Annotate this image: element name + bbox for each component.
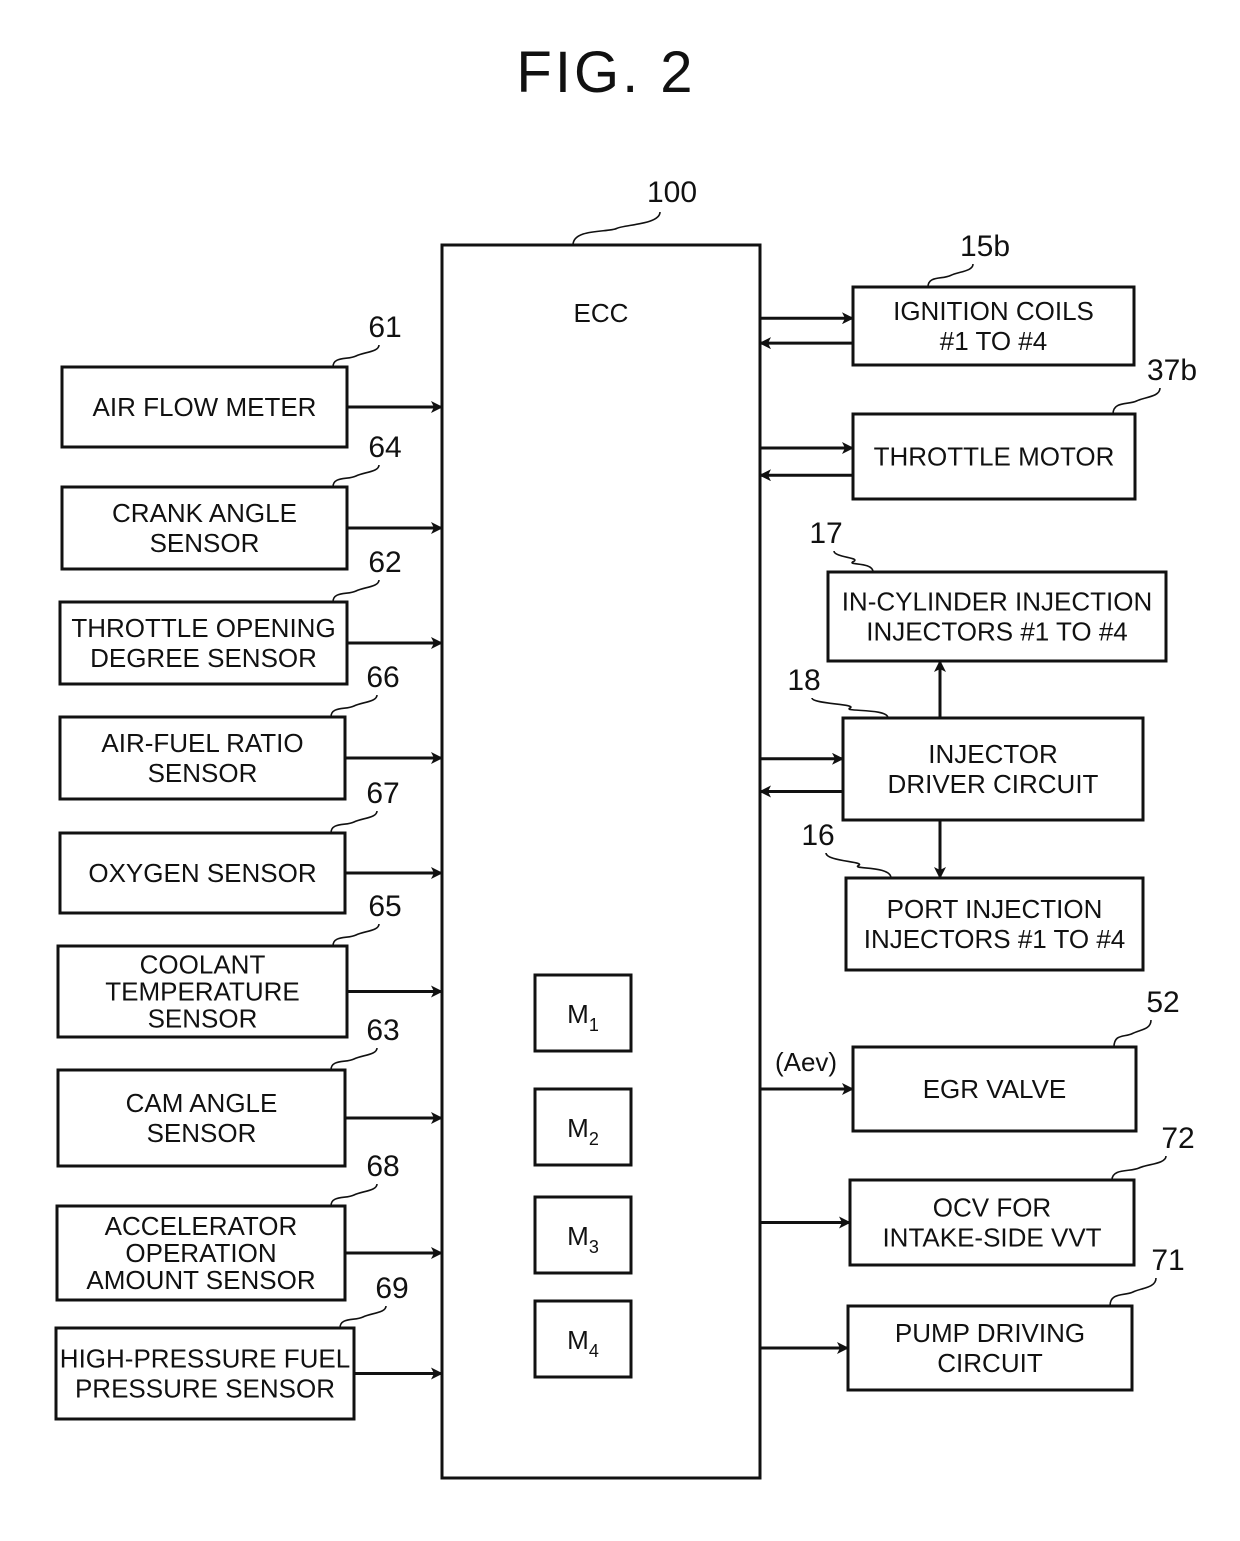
sensor-leader bbox=[332, 923, 380, 947]
actuator-label-line: THROTTLE MOTOR bbox=[874, 442, 1115, 472]
sensor-ref-numeral: 67 bbox=[366, 777, 399, 810]
sensor-label-line: ACCELERATOR bbox=[105, 1211, 298, 1241]
actuator-leader bbox=[1109, 1277, 1157, 1307]
actuator-52: EGR VALVE 52 bbox=[851, 986, 1180, 1133]
actuator-leader bbox=[833, 550, 874, 573]
memory-block-m1: M1 bbox=[533, 973, 633, 1053]
sensor-label-line: AIR-FUEL RATIO bbox=[101, 728, 303, 758]
actuator-leader bbox=[825, 852, 892, 879]
memory-subscript: 4 bbox=[589, 1341, 599, 1361]
ecu-block-diagram: FIG. 2 ECC 100 M1 M2 M3 M4 AIR FLOW METER 61 CRA… bbox=[54, 40, 1197, 1480]
sensor-leader bbox=[332, 579, 380, 603]
actuator-18: INJECTORDRIVER CIRCUIT 18 bbox=[787, 664, 1145, 822]
actuator-ref-numeral: 17 bbox=[809, 517, 842, 550]
actuator-ref-numeral: 72 bbox=[1161, 1122, 1194, 1155]
conn-throttle-motor bbox=[759, 442, 854, 482]
actuator-label-line: #1 TO #4 bbox=[940, 326, 1047, 356]
conn-ignition-coils bbox=[759, 312, 854, 350]
sensor-leader bbox=[332, 344, 380, 368]
sensor-ref-numeral: 69 bbox=[375, 1272, 408, 1305]
sensor-label-line: SENSOR bbox=[148, 758, 258, 788]
sensor-label-line: AMOUNT SENSOR bbox=[86, 1265, 315, 1295]
actuator-label-line: OCV FOR bbox=[933, 1193, 1051, 1223]
sensor-label-line: AIR FLOW METER bbox=[93, 392, 317, 422]
actuator-label-line: CIRCUIT bbox=[937, 1348, 1043, 1378]
actuator-17: IN-CYLINDER INJECTIONINJECTORS #1 TO #4 1… bbox=[809, 517, 1168, 663]
sensor-ref-numeral: 62 bbox=[368, 546, 401, 579]
actuator-15b: IGNITION COILS#1 TO #4 15b bbox=[851, 230, 1136, 367]
sensor-leader bbox=[339, 1305, 387, 1329]
actuator-leader bbox=[1111, 1155, 1167, 1181]
actuator-label-line: EGR VALVE bbox=[923, 1074, 1067, 1104]
sensor-leader bbox=[330, 1047, 378, 1071]
actuator-72: OCV FORINTAKE-SIDE VVT 72 bbox=[848, 1122, 1195, 1267]
memory-subscript: 2 bbox=[589, 1129, 599, 1149]
sensor-leader bbox=[330, 694, 378, 718]
sensor-label-line: OPERATION bbox=[125, 1238, 276, 1268]
actuator-leader bbox=[1113, 1019, 1152, 1048]
actuator-label-line: INTAKE-SIDE VVT bbox=[882, 1223, 1101, 1253]
sensor-ref-numeral: 61 bbox=[368, 311, 401, 344]
actuator-label-line: DRIVER CIRCUIT bbox=[888, 769, 1099, 799]
actuator-leader bbox=[927, 263, 974, 288]
sensor-ref-numeral: 63 bbox=[366, 1014, 399, 1047]
sensor-ref-numeral: 68 bbox=[366, 1150, 399, 1183]
actuator-label-line: PORT INJECTION bbox=[887, 894, 1103, 924]
egr-signal-label: (Aev) bbox=[775, 1047, 837, 1077]
actuator-ref-numeral: 37b bbox=[1147, 354, 1197, 387]
ecu-label: ECC bbox=[574, 298, 629, 328]
actuator-ref-numeral: 71 bbox=[1151, 1244, 1184, 1277]
sensor-ref-numeral: 66 bbox=[366, 661, 399, 694]
sensor-label-line: CRANK ANGLE bbox=[112, 498, 297, 528]
sensor-leader bbox=[332, 464, 380, 488]
actuator-leader bbox=[1112, 387, 1161, 415]
memory-block-m4: M4 bbox=[533, 1299, 633, 1379]
figure-title: FIG. 2 bbox=[516, 40, 695, 105]
sensor-label-line: SENSOR bbox=[147, 1118, 257, 1148]
sensor-label-line: THROTTLE OPENING bbox=[71, 613, 335, 643]
memory-block-m3: M3 bbox=[533, 1195, 633, 1275]
sensor-ref-numeral: 65 bbox=[368, 890, 401, 923]
actuator-ref-numeral: 16 bbox=[801, 819, 834, 852]
actuator-label-line: INJECTORS #1 TO #4 bbox=[866, 617, 1128, 647]
sensor-ref-numeral: 64 bbox=[368, 431, 401, 464]
actuator-16: PORT INJECTIONINJECTORS #1 TO #4 16 bbox=[801, 819, 1145, 972]
actuator-ref-numeral: 18 bbox=[787, 664, 820, 697]
sensor-label-line: DEGREE SENSOR bbox=[90, 643, 317, 673]
ecu-leader bbox=[572, 211, 661, 246]
actuator-ref-numeral: 15b bbox=[960, 230, 1010, 263]
memory-subscript: 3 bbox=[589, 1237, 599, 1257]
sensor-label-line: SENSOR bbox=[150, 528, 260, 558]
memory-subscript: 1 bbox=[589, 1015, 599, 1035]
actuator-label-line: IN-CYLINDER INJECTION bbox=[842, 587, 1153, 617]
sensor-label-line: TEMPERATURE bbox=[105, 977, 300, 1007]
sensor-label-line: COOLANT bbox=[140, 950, 266, 980]
actuator-label-line: IGNITION COILS bbox=[893, 296, 1094, 326]
sensor-label-line: SENSOR bbox=[148, 1004, 258, 1034]
sensor-61: AIR FLOW METER 61 bbox=[60, 311, 443, 449]
ecu-ref-numeral: 100 bbox=[647, 176, 697, 209]
actuator-ref-numeral: 52 bbox=[1146, 986, 1179, 1019]
sensor-leader bbox=[330, 810, 378, 834]
actuator-label-line: PUMP DRIVING bbox=[895, 1318, 1085, 1348]
sensor-label-line: CAM ANGLE bbox=[126, 1088, 278, 1118]
sensor-label-line: OXYGEN SENSOR bbox=[88, 858, 316, 888]
ecu-block: ECC 100 bbox=[440, 176, 762, 1480]
sensor-label-line: PRESSURE SENSOR bbox=[75, 1374, 335, 1404]
ecu-box bbox=[440, 243, 762, 1480]
actuator-leader bbox=[811, 697, 889, 719]
sensor-leader bbox=[330, 1183, 378, 1207]
sensor-label-line: HIGH-PRESSURE FUEL bbox=[60, 1344, 350, 1374]
actuator-37b: THROTTLE MOTOR 37b bbox=[851, 354, 1197, 501]
conn-injector-driver bbox=[759, 752, 844, 798]
actuator-label-line: INJECTOR bbox=[928, 739, 1058, 769]
actuator-label-line: INJECTORS #1 TO #4 bbox=[864, 924, 1126, 954]
memory-block-m2: M2 bbox=[533, 1087, 633, 1167]
